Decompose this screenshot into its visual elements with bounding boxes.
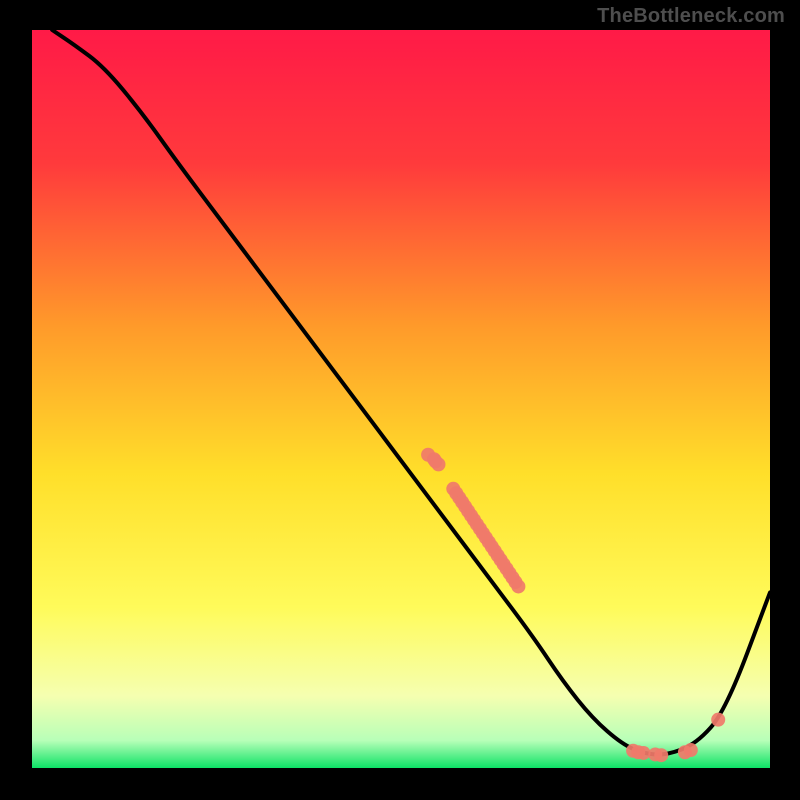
attribution-text: TheBottleneck.com — [597, 5, 785, 28]
plot-area — [30, 30, 770, 770]
chart-container: { "attribution": "TheBottleneck.com", "c… — [0, 0, 800, 800]
gradient-background — [30, 30, 770, 770]
plot-svg — [30, 30, 770, 770]
